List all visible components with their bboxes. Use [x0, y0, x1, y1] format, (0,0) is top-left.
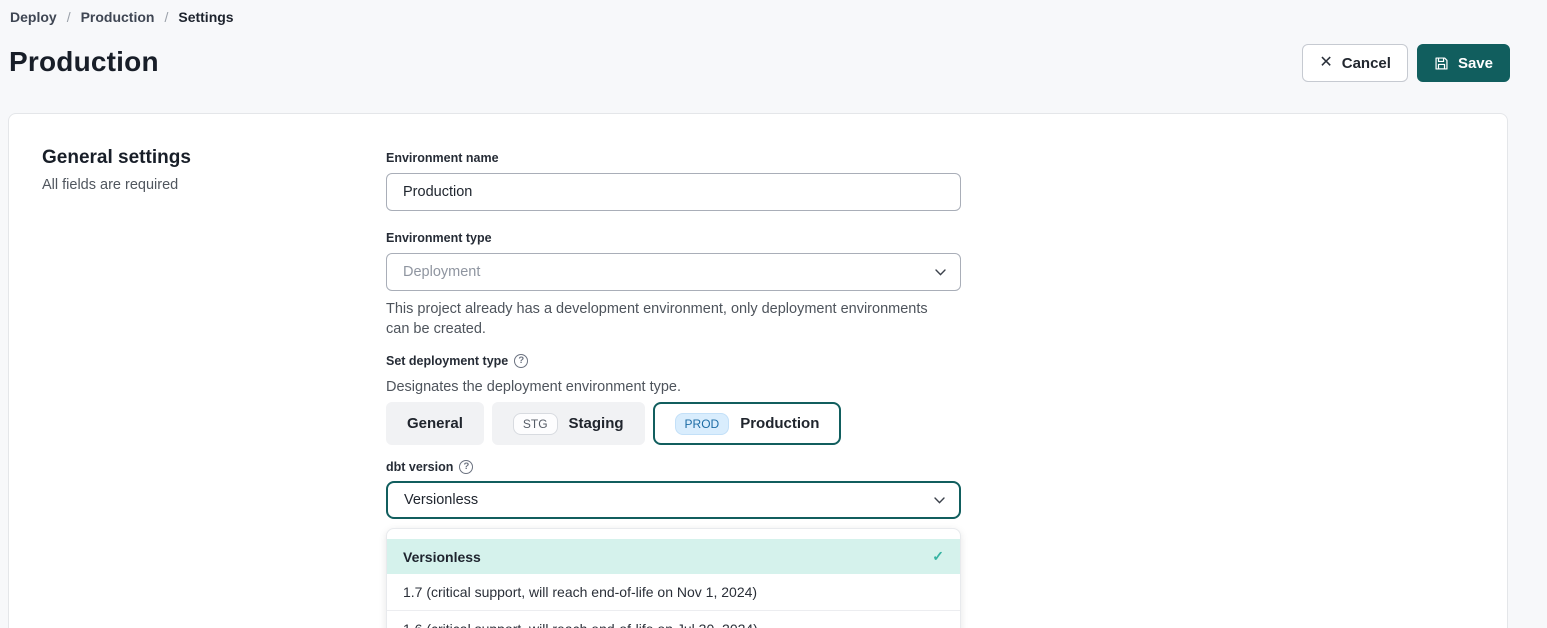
deployment-type-options: General STG Staging PROD Production [386, 402, 961, 445]
option-label: Versionless [403, 549, 481, 565]
environment-type-select[interactable]: Deployment [386, 253, 961, 291]
section-heading: General settings [42, 147, 191, 169]
dbt-version-option-1-6[interactable]: 1.6 (critical support, will reach end-of… [387, 610, 960, 628]
save-button[interactable]: Save [1417, 44, 1510, 82]
dbt-version-label: dbt version [386, 459, 453, 475]
deployment-type-staging-button[interactable]: STG Staging [492, 402, 645, 445]
production-badge: PROD [675, 413, 730, 435]
chevron-down-icon [934, 492, 945, 508]
option-label: 1.6 (critical support, will reach end-of… [403, 621, 758, 628]
breadcrumb-settings[interactable]: Settings [178, 9, 233, 25]
general-button-label: General [407, 415, 463, 432]
breadcrumb-separator: / [164, 9, 168, 25]
environment-name-value: Production [403, 184, 472, 200]
header-actions: ✕ Cancel Save [1302, 44, 1510, 82]
staging-button-label: Staging [569, 415, 624, 432]
close-icon: ✕ [1319, 55, 1332, 71]
cancel-button-label: Cancel [1342, 55, 1391, 72]
deployment-type-production-button[interactable]: PROD Production [653, 402, 842, 445]
help-icon[interactable]: ? [459, 460, 473, 474]
breadcrumb-production[interactable]: Production [81, 9, 155, 25]
dbt-version-option-versionless[interactable]: Versionless ✓ [387, 539, 960, 574]
environment-type-value: Deployment [403, 264, 480, 280]
environment-name-label: Environment name [386, 150, 961, 166]
staging-badge: STG [513, 413, 558, 435]
dbt-version-value: Versionless [404, 492, 478, 508]
dbt-version-dropdown-menu: Versionless ✓ 1.7 (critical support, wil… [386, 528, 961, 628]
chevron-down-icon [935, 264, 946, 280]
general-settings-card: General settings All fields are required… [8, 113, 1508, 628]
deployment-type-label-row: Set deployment type ? [386, 353, 961, 369]
environment-type-help-text: This project already has a development e… [386, 299, 946, 339]
help-icon[interactable]: ? [514, 354, 528, 368]
section-intro: General settings All fields are required [42, 147, 191, 193]
cancel-button[interactable]: ✕ Cancel [1302, 44, 1408, 82]
option-label: 1.7 (critical support, will reach end-of… [403, 584, 757, 600]
environment-type-label: Environment type [386, 230, 961, 246]
environment-name-input[interactable]: Production [386, 173, 961, 211]
breadcrumb-separator: / [67, 9, 71, 25]
section-subheading: All fields are required [42, 177, 191, 193]
dbt-version-label-row: dbt version ? [386, 459, 961, 475]
breadcrumb-deploy[interactable]: Deploy [10, 9, 57, 25]
dbt-version-option-1-7[interactable]: 1.7 (critical support, will reach end-of… [387, 574, 960, 610]
production-button-label: Production [740, 415, 819, 432]
check-icon: ✓ [932, 548, 944, 565]
save-icon [1434, 56, 1449, 71]
page-title: Production [9, 46, 159, 78]
save-button-label: Save [1458, 55, 1493, 72]
settings-form: Environment name Production Environment … [386, 150, 961, 628]
deployment-type-label: Set deployment type [386, 353, 508, 369]
deployment-type-description: Designates the deployment environment ty… [386, 377, 961, 397]
deployment-type-general-button[interactable]: General [386, 402, 484, 445]
dbt-version-select[interactable]: Versionless [386, 481, 961, 519]
breadcrumb: Deploy / Production / Settings [10, 9, 234, 25]
